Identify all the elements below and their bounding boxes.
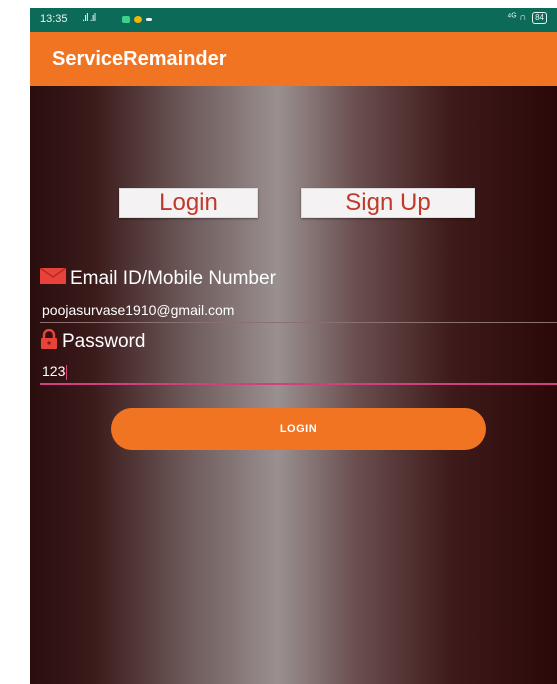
app-title: ServiceRemainder: [52, 48, 227, 70]
tab-login[interactable]: Login: [119, 188, 258, 218]
status-bar: 13:35 .ıl .ıl ⁴ᴳ ∩ 84: [30, 8, 557, 32]
network-icon: ⁴ᴳ: [507, 12, 517, 23]
login-button[interactable]: LOGIN: [111, 408, 486, 450]
login-content: Login Sign Up Email ID/Mobile Number poo…: [30, 86, 557, 684]
signal-icon: .ıl .ıl: [82, 12, 96, 24]
message-icon: [122, 16, 130, 23]
lock-icon: [40, 328, 58, 355]
notification-icon: [134, 16, 142, 23]
email-field-underline: [40, 322, 557, 323]
text-cursor: [66, 364, 68, 380]
email-label-row: Email ID/Mobile Number: [39, 267, 276, 290]
status-right: ⁴ᴳ ∩ 84: [507, 12, 547, 24]
password-field[interactable]: 123: [42, 363, 68, 380]
password-label: Password: [62, 331, 146, 352]
envelope-icon: [39, 267, 67, 290]
headset-icon: ∩: [519, 12, 527, 23]
battery-icon: 84: [532, 12, 547, 24]
password-field-underline: [40, 383, 557, 385]
app-bar: ServiceRemainder: [30, 32, 557, 86]
sim-icon: [146, 18, 152, 21]
email-label: Email ID/Mobile Number: [70, 268, 276, 289]
password-label-row: Password: [40, 328, 146, 355]
email-field[interactable]: poojasurvase1910@gmail.com: [42, 302, 234, 318]
tab-signup[interactable]: Sign Up: [301, 188, 475, 218]
password-value: 123: [42, 363, 66, 379]
status-time: 13:35: [40, 13, 68, 25]
phone-screen: 13:35 .ıl .ıl ⁴ᴳ ∩ 84 ServiceRemainder L…: [30, 8, 557, 684]
